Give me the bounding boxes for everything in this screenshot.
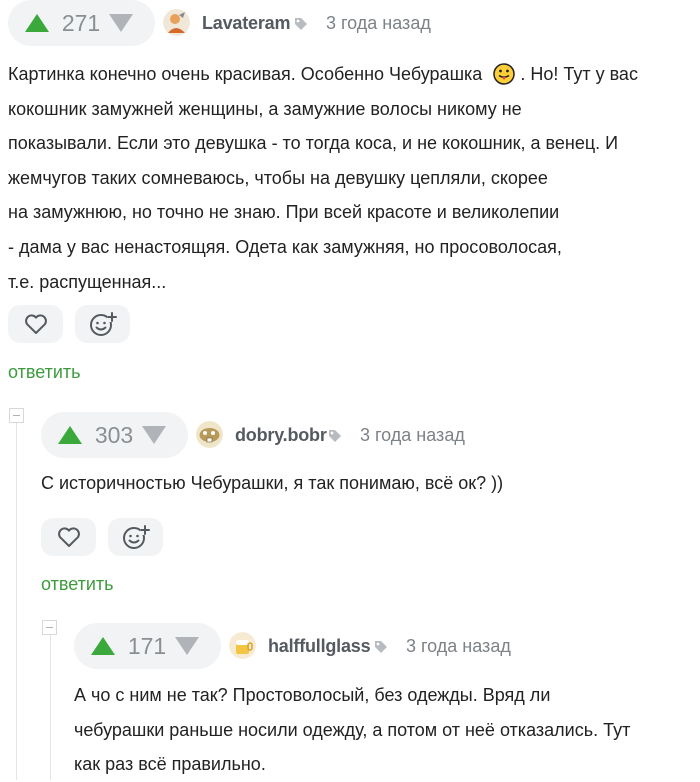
add-emoji-icon	[122, 525, 150, 549]
comment-time: 3 года назад	[360, 425, 465, 445]
comment-text: С историчностью Чебурашки, я так понимаю…	[41, 466, 503, 501]
arrow-down-icon[interactable]	[175, 637, 199, 655]
comment-text: Картинка конечно очень красивая. Особенн…	[8, 57, 638, 299]
add-emoji-icon	[89, 312, 117, 336]
avatar[interactable]	[163, 9, 190, 36]
author-name[interactable]: Lavateram	[202, 13, 290, 34]
comment-text: А чо с ним не так? Простоволосый, без од…	[74, 678, 630, 782]
author-name[interactable]: dobry.bobr	[235, 425, 327, 446]
comment-line: А чо с ним не так? Простоволосый, без од…	[74, 685, 551, 705]
avatar[interactable]	[229, 632, 256, 659]
comment-header: 303 dobry.bobr 3 года назад	[41, 412, 691, 460]
arrow-down-icon[interactable]	[109, 14, 133, 32]
avatar[interactable]	[196, 421, 223, 448]
comment-line: С историчностью Чебурашки, я так понимаю…	[41, 473, 504, 493]
arrow-up-icon[interactable]	[58, 426, 82, 444]
tongue-emoji-icon	[493, 63, 516, 85]
heart-icon	[57, 527, 80, 547]
vote-widget: 171	[74, 623, 221, 669]
rating-count: 271	[61, 9, 101, 36]
comment-halffullglass: 171 halffullglass 3 года назад А чо с ни…	[74, 623, 694, 780]
like-button[interactable]	[8, 305, 63, 343]
comment-line: кокошник замужней женщины, а замужние во…	[8, 98, 522, 119]
comment-time: 3 года назад	[326, 13, 431, 33]
comment-line: чебурашки раньше носили одежду, а потом …	[74, 719, 631, 740]
comment-line: как раз всё правильно.	[74, 754, 266, 775]
collapse-thread-button[interactable]	[42, 620, 57, 635]
tag-icon	[295, 18, 307, 30]
vote-widget: 303	[41, 412, 188, 458]
arrow-up-icon[interactable]	[91, 637, 115, 655]
thread-line[interactable]	[50, 634, 51, 780]
arrow-up-icon[interactable]	[25, 14, 49, 32]
vote-widget: 271	[8, 0, 155, 46]
tag-icon	[375, 641, 387, 653]
heart-icon	[24, 314, 47, 334]
collapse-thread-button[interactable]	[9, 408, 24, 423]
comment-line: . Но! Тут у вас	[520, 64, 638, 84]
rating-count: 303	[94, 421, 134, 448]
reply-link[interactable]: ответить	[8, 362, 81, 383]
comment-line: на замужнюю, но точно не знаю. При всей …	[8, 202, 560, 223]
comment-header: 271 Lavateram 3 года назад	[8, 0, 698, 48]
thread-line[interactable]	[16, 422, 17, 780]
comment-line: - дама у вас ненастоящяя. Одета как заму…	[8, 236, 562, 257]
comment-dobry-bobr: 303 dobry.bobr 3 года назад С историчнос…	[41, 412, 691, 612]
tag-icon	[329, 430, 341, 442]
comment-line: Картинка конечно очень красивая. Особенн…	[8, 64, 483, 84]
comment-lavateram: 271 Lavateram 3 года назад Картинка коне…	[8, 0, 698, 390]
rating-count: 171	[127, 632, 167, 659]
like-button[interactable]	[41, 518, 96, 556]
comment-line: т.е. распущенная...	[8, 271, 167, 292]
author-name[interactable]: halffullglass	[268, 636, 371, 657]
comment-line: жемчугов таких сомневаюсь, чтобы на деву…	[8, 167, 548, 188]
reply-link[interactable]: ответить	[41, 574, 114, 595]
comment-header: 171 halffullglass 3 года назад	[74, 623, 694, 671]
arrow-down-icon[interactable]	[142, 426, 166, 444]
add-reaction-button[interactable]	[75, 305, 130, 343]
comment-line: показывали. Если это девушка - то тогда …	[8, 133, 619, 154]
comment-time: 3 года назад	[406, 636, 511, 656]
add-reaction-button[interactable]	[108, 518, 163, 556]
